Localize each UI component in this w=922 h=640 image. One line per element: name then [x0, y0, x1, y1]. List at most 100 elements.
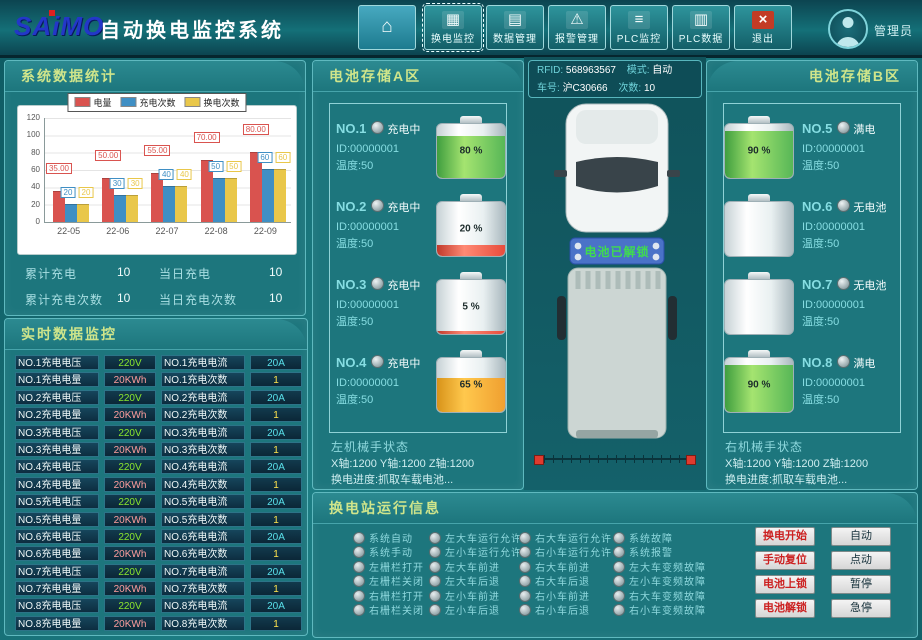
status-indicator[interactable]: 右大车变频故障 — [613, 587, 706, 601]
status-column-1: 系统自动系统手动左栅栏打开左栅栏关闭右栅栏打开右栅栏关闭 — [353, 529, 424, 615]
status-indicator[interactable]: 右栅栏打开 — [353, 587, 424, 601]
realtime-row: NO.6充电电量20KWh — [15, 546, 156, 561]
indicator-dot-icon — [353, 604, 365, 616]
swap-start-button[interactable]: 换电开始 — [755, 527, 815, 546]
realtime-row: NO.6充电电压220V — [15, 529, 156, 544]
status-dot-icon — [371, 199, 384, 212]
bar-series-1 — [262, 169, 274, 222]
battery-lock-button[interactable]: 电池上锁 — [755, 575, 815, 594]
status-indicator[interactable]: 系统手动 — [353, 543, 424, 557]
status-dot-icon — [837, 355, 850, 368]
y-axis-tick: 60 — [18, 165, 40, 174]
realtime-value: 220V — [104, 425, 156, 440]
status-indicator[interactable]: 左小车前进 — [429, 587, 522, 601]
realtime-label: NO.5充电次数 — [161, 512, 245, 527]
realtime-row: NO.2充电电压220V — [15, 390, 156, 405]
status-indicator[interactable]: 左小车运行允许 — [429, 543, 522, 557]
nav-plc-data-button[interactable]: ▥PLC数据 — [672, 5, 730, 50]
nav-home-button[interactable]: ⌂ — [358, 5, 416, 50]
status-indicator[interactable]: 右大车运行允许 — [519, 529, 612, 543]
indicator-dot-icon — [519, 532, 531, 544]
rail-right-marker — [686, 455, 696, 465]
status-indicator[interactable]: 系统报警 — [613, 543, 706, 557]
bar-series-2 — [126, 195, 138, 222]
jog-button[interactable]: 点动 — [831, 551, 891, 570]
manual-reset-button[interactable]: 手动复位 — [755, 551, 815, 570]
realtime-value: 20KWh — [104, 581, 156, 596]
realtime-panel-title: 实时数据监控 — [5, 319, 307, 350]
realtime-label: NO.1充电电量 — [15, 372, 99, 387]
status-indicator[interactable]: 左大车变频故障 — [613, 558, 706, 572]
realtime-label: NO.7充电次数 — [161, 581, 245, 596]
status-dot-icon — [371, 121, 384, 134]
left-arm-progress: 换电进度:抓取车载电池... — [331, 472, 513, 488]
stats-panel-title: 系统数据统计 — [5, 61, 305, 92]
indicator-dot-icon — [429, 604, 441, 616]
realtime-value: 20A — [250, 598, 302, 613]
battery-id: ID:00000001 — [336, 375, 428, 392]
pause-button[interactable]: 暂停 — [831, 575, 891, 594]
realtime-label: NO.2充电电量 — [15, 407, 99, 422]
swap-monitor-icon: ▦ — [442, 11, 464, 29]
status-indicator[interactable]: 右小车前进 — [519, 587, 612, 601]
bar-value-label: 70.00 — [194, 132, 220, 143]
battery-fill — [437, 331, 505, 334]
realtime-row: NO.6充电次数1 — [161, 546, 302, 561]
summary-value: 10 — [269, 291, 309, 308]
realtime-value: 1 — [250, 512, 302, 527]
battery-icon: 90 % — [724, 350, 794, 413]
status-indicator[interactable]: 左大车运行允许 — [429, 529, 522, 543]
battery-status: 无电池 — [853, 280, 886, 292]
status-indicator[interactable]: 左栅栏关闭 — [353, 572, 424, 586]
right-arm-status: 右机械手状态 X轴:1200 Y轴:1200 Z轴:1200 换电进度:抓取车载… — [725, 439, 907, 488]
status-indicator[interactable]: 右栅栏关闭 — [353, 601, 424, 615]
realtime-label: NO.2充电电压 — [15, 390, 99, 405]
status-indicator[interactable]: 右小车后退 — [519, 601, 612, 615]
status-indicator[interactable]: 左小车变频故障 — [613, 572, 706, 586]
status-indicator[interactable]: 左小车后退 — [429, 601, 522, 615]
status-indicator[interactable]: 系统自动 — [353, 529, 424, 543]
x-axis-label: 22-07 — [142, 226, 191, 236]
status-dot-icon — [371, 277, 384, 290]
status-indicator[interactable]: 右大车后退 — [519, 572, 612, 586]
estop-button[interactable]: 急停 — [831, 599, 891, 618]
status-indicator[interactable]: 右小车运行允许 — [519, 543, 612, 557]
status-indicator[interactable]: 左栅栏打开 — [353, 558, 424, 572]
battery-info: NO.7无电池ID:00000001温度:50 — [802, 276, 894, 331]
status-column-2: 左大车运行允许左小车运行允许左大车前进左大车后退左小车前进左小车后退 — [429, 529, 522, 615]
bar-value-label: 60 — [275, 152, 290, 163]
nav-alarm-manage-button[interactable]: ⚠报警管理 — [548, 5, 606, 50]
battery-temp: 温度:50 — [802, 236, 894, 253]
battery-slot: NO.6无电池ID:00000001温度:50 — [730, 190, 894, 260]
status-indicator[interactable]: 系统故障 — [613, 529, 706, 543]
right-arm-axes: X轴:1200 Y轴:1200 Z轴:1200 — [725, 456, 907, 472]
nav-label: PLC监控 — [611, 30, 667, 45]
status-indicator[interactable]: 右大车前进 — [519, 558, 612, 572]
battery-unlock-button[interactable]: 电池解锁 — [755, 599, 815, 618]
realtime-label: NO.6充电电压 — [15, 529, 99, 544]
left-arm-axes: X轴:1200 Y轴:1200 Z轴:1200 — [331, 456, 513, 472]
bar-value-label: 50 — [208, 161, 223, 172]
battery-info: NO.8满电ID:00000001温度:50 — [802, 354, 894, 409]
status-indicator[interactable]: 左大车前进 — [429, 558, 522, 572]
realtime-label: NO.8充电电压 — [15, 598, 99, 613]
status-indicator[interactable]: 右小车变频故障 — [613, 601, 706, 615]
legend-item: 充电次数 — [120, 96, 175, 109]
indicator-dot-icon — [519, 575, 531, 587]
status-dot-icon — [837, 121, 850, 134]
nav-exit-button[interactable]: ×退出 — [734, 5, 792, 50]
battery-id: ID:00000001 — [802, 375, 894, 392]
nav-swap-monitor-button[interactable]: ▦换电监控 — [424, 5, 482, 50]
realtime-value: 20KWh — [104, 442, 156, 457]
realtime-value: 1 — [250, 546, 302, 561]
user-box[interactable]: 管理员 — [828, 4, 914, 52]
nav-data-manage-button[interactable]: ▤数据管理 — [486, 5, 544, 50]
nav-plc-monitor-button[interactable]: ≡PLC监控 — [610, 5, 668, 50]
realtime-value: 20A — [250, 564, 302, 579]
battery-status: 充电中 — [387, 280, 420, 292]
plc-monitor-icon: ≡ — [628, 11, 650, 29]
station-status-grid: 系统自动系统手动左栅栏打开左栅栏关闭右栅栏打开右栅栏关闭左大车运行允许左小车运行… — [313, 493, 919, 639]
battery-icon: 5 % — [436, 272, 506, 335]
auto-button[interactable]: 自动 — [831, 527, 891, 546]
status-indicator[interactable]: 左大车后退 — [429, 572, 522, 586]
